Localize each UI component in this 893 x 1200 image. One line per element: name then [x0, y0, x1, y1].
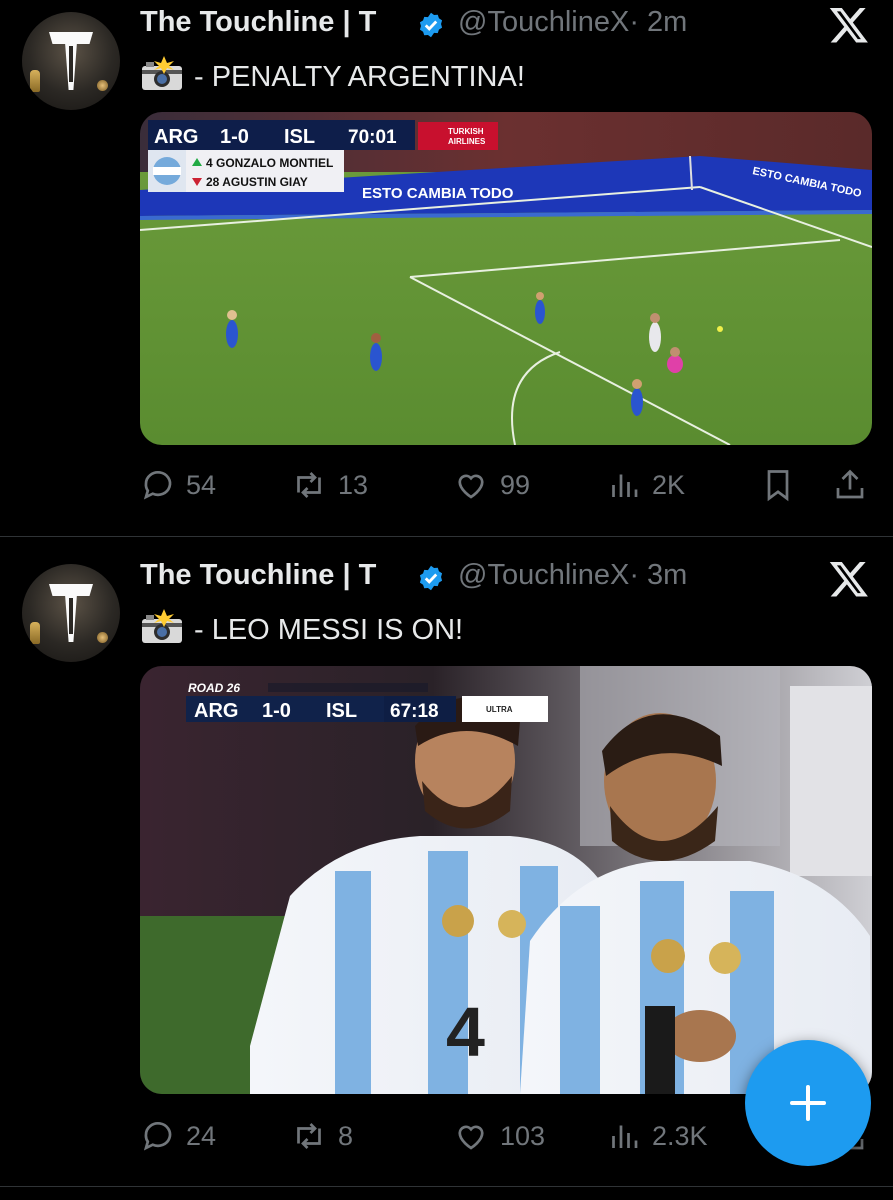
handle-text: @TouchlineX [458, 559, 630, 591]
x-logo-icon[interactable] [828, 4, 870, 46]
champion-badge-icon [651, 939, 685, 973]
reply-button[interactable]: 54 [140, 463, 216, 507]
tweet-text-content: - LEO MESSI IS ON! [194, 614, 464, 646]
timestamp[interactable]: · 2m [629, 6, 687, 38]
repost-icon [297, 1123, 321, 1149]
ball-icon [97, 632, 108, 643]
video-player[interactable]: 4 ROAD 26 ARG 1-0 ISL 67:18 ULTRA [140, 666, 872, 1094]
like-icon [458, 1125, 484, 1150]
sub-in-player: 4 GONZALO MONTIEL [206, 156, 333, 170]
reply-button[interactable]: 24 [140, 1114, 216, 1158]
match-clock: 67:18 [390, 701, 439, 722]
score: 1-0 [220, 126, 249, 148]
share-icon [836, 469, 864, 499]
sponsor-line1: TURKISH [448, 127, 484, 136]
x-logo-icon[interactable] [828, 558, 870, 600]
score: 1-0 [262, 700, 291, 722]
board-text: ESTO CAMBIA TODO [362, 185, 514, 202]
tweet-text: - LEO MESSI IS ON! [140, 609, 463, 647]
like-button[interactable]: 99 [452, 463, 530, 507]
timestamp[interactable]: · 3m [629, 559, 687, 591]
bookmark-button[interactable] [760, 463, 806, 507]
like-button[interactable]: 103 [452, 1114, 545, 1158]
tweet-actions: 54 13 99 2K [140, 463, 880, 507]
afa-crest-icon [709, 942, 741, 974]
tweet-divider [0, 1186, 893, 1187]
author-handle[interactable]: @TouchlineX· 3m [458, 559, 687, 592]
player [649, 313, 661, 352]
champion-badge-icon [442, 905, 474, 937]
shirt-number: 4 [446, 993, 485, 1071]
repost-count: 8 [338, 1120, 354, 1151]
reply-icon [143, 471, 172, 500]
tweet[interactable]: The Touchline | T @TouchlineX· 2m - PENA… [0, 0, 893, 535]
reply-icon [143, 1122, 172, 1151]
verified-badge-icon [419, 565, 443, 591]
sub-out-player: 28 AGUSTIN GIAY [206, 175, 308, 189]
ball [717, 326, 723, 332]
home-team: ARG [194, 700, 238, 722]
like-count: 103 [500, 1120, 546, 1151]
away-team: ISL [326, 700, 357, 722]
player [631, 379, 643, 416]
home-team: ARG [154, 126, 198, 148]
repost-button[interactable]: 8 [290, 1114, 353, 1158]
repost-icon [297, 472, 321, 498]
verified-badge-icon [419, 12, 443, 38]
views-count: 2.3K [652, 1120, 708, 1151]
like-count: 99 [500, 469, 531, 500]
views-icon [612, 1125, 638, 1148]
sponsor: ULTRA [486, 705, 513, 714]
afa-crest-icon [498, 910, 526, 938]
bookmark-icon [767, 470, 789, 502]
player [535, 292, 545, 324]
tweet-text: - PENALTY ARGENTINA! [140, 56, 525, 94]
match-clock: 70:01 [348, 127, 397, 148]
ball-icon [97, 80, 108, 91]
repost-count: 13 [338, 469, 369, 500]
tweet-text-content: - PENALTY ARGENTINA! [194, 61, 525, 93]
compose-button[interactable] [745, 1040, 871, 1166]
video-frame: ESTO CAMBIA TODO ESTO CAMBIA TODO ARG 1-… [140, 112, 872, 445]
player [226, 310, 238, 348]
views-button[interactable]: 2.3K [606, 1114, 708, 1158]
repost-button[interactable]: 13 [290, 463, 368, 507]
camera-flash-icon [142, 609, 182, 643]
reply-count: 24 [186, 1120, 217, 1151]
away-team: ISL [284, 126, 315, 148]
views-button[interactable]: 2K [606, 463, 685, 507]
author-name[interactable]: The Touchline | T [140, 6, 376, 39]
camera-flash-icon [142, 56, 182, 90]
views-icon [612, 474, 638, 497]
trophy-icon [30, 70, 40, 92]
author-name[interactable]: The Touchline | T [140, 559, 376, 592]
handle-text: @TouchlineX [458, 6, 630, 38]
video-frame: 4 ROAD 26 ARG 1-0 ISL 67:18 ULTRA [140, 666, 872, 1094]
player [370, 333, 382, 371]
avatar[interactable] [22, 564, 120, 662]
like-icon [458, 474, 484, 499]
share-button[interactable] [832, 463, 878, 507]
sponsor-line2: AIRLINES [448, 137, 486, 146]
avatar[interactable] [22, 12, 120, 110]
trophy-icon [30, 622, 40, 644]
author-handle[interactable]: @TouchlineX· 2m [458, 6, 687, 39]
reply-count: 54 [186, 469, 217, 500]
video-player[interactable]: ESTO CAMBIA TODO ESTO CAMBIA TODO ARG 1-… [140, 112, 872, 445]
broadcast-banner: ROAD 26 [188, 681, 240, 695]
views-count: 2K [652, 469, 686, 500]
